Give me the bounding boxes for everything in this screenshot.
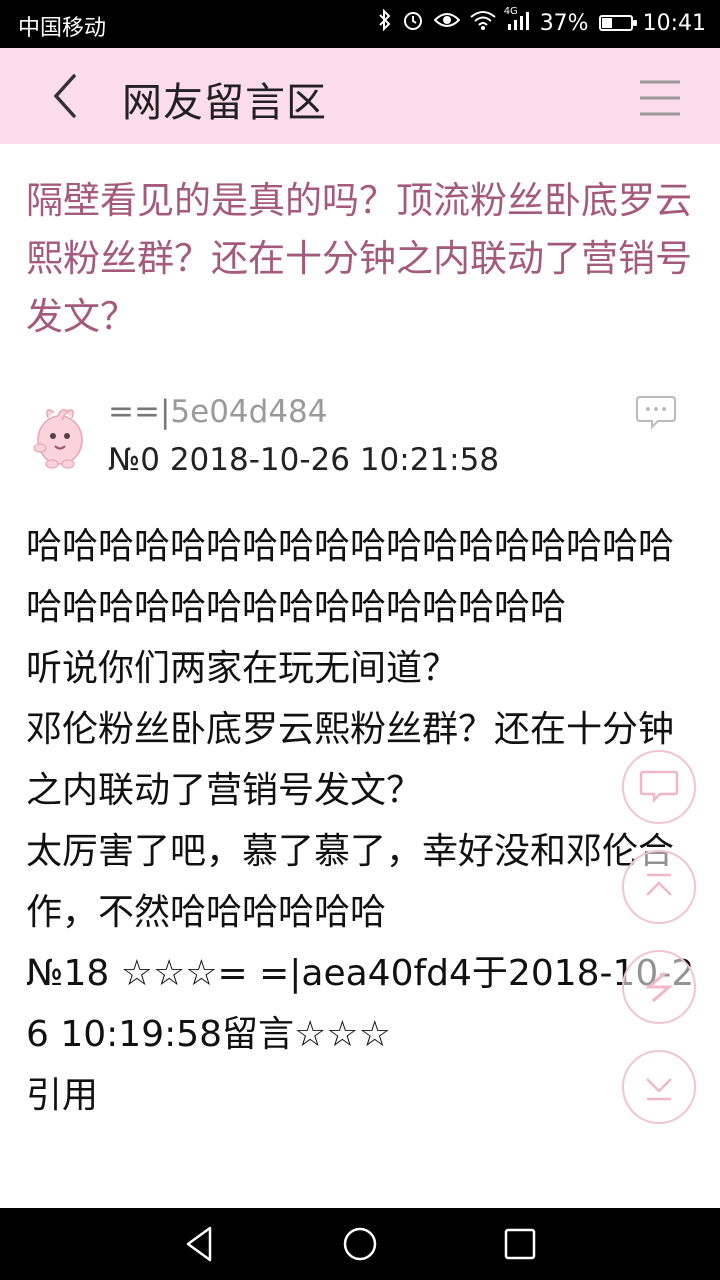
reply-button[interactable] <box>634 394 678 430</box>
app-header: 网友留言区 <box>0 48 720 144</box>
scroll-top-fab[interactable] <box>622 850 696 924</box>
signal-icon: 4G <box>504 6 530 36</box>
scroll-bottom-fab[interactable] <box>622 1050 696 1124</box>
nav-recents-button[interactable] <box>498 1222 542 1266</box>
post-content: 隔壁看见的是真的吗？顶流粉丝卧底罗云熙粉丝群？还在十分钟之内联动了营销号发文？ … <box>0 144 720 1208</box>
refresh-icon <box>645 971 673 1003</box>
triangle-back-icon <box>186 1226 212 1262</box>
network-type: 4G <box>503 6 518 17</box>
carrier-name: 中国移动 <box>18 16 107 41</box>
author-name: ==|5e04d484 <box>108 394 328 430</box>
pink-creature-avatar-icon <box>33 409 83 469</box>
system-nav-bar <box>0 1208 720 1280</box>
back-button[interactable] <box>40 68 96 124</box>
arrow-up-top-icon <box>646 873 672 896</box>
wifi-icon <box>470 10 496 36</box>
post-body: 哈哈哈哈哈哈哈哈哈哈哈哈哈哈哈哈哈哈哈哈哈哈哈哈哈哈哈哈哈哈哈哈哈 听说你们两家… <box>26 516 696 1126</box>
clock: 10:41 <box>642 10 706 36</box>
author-prefix: ==| <box>108 394 171 430</box>
body-line: 哈哈哈哈哈哈哈哈哈哈哈哈哈哈哈哈哈哈哈哈哈哈哈哈哈哈哈哈哈哈哈哈哈 <box>26 526 675 628</box>
battery-percent: 37% <box>539 10 589 36</box>
body-line: 听说你们两家在玩无间道？ <box>26 648 459 689</box>
alarm-icon <box>402 9 424 37</box>
comment-fab[interactable] <box>622 750 696 824</box>
status-bar: 中国移动 4G 37% 10:41 <box>0 0 720 48</box>
hamburger-menu-icon <box>640 80 680 116</box>
refresh-fab[interactable] <box>622 950 696 1024</box>
bluetooth-icon <box>378 8 392 37</box>
author-id: 5e04d484 <box>170 394 328 430</box>
post-title: 隔壁看见的是真的吗？顶流粉丝卧底罗云熙粉丝群？还在十分钟之内联动了营销号发文？ <box>26 179 692 338</box>
post-meta: №0 2018-10-26 10:21:58 <box>108 442 500 478</box>
nav-home-button[interactable] <box>338 1222 382 1266</box>
eye-icon <box>433 10 461 36</box>
menu-button[interactable] <box>632 70 688 126</box>
body-line: 邓伦粉丝卧底罗云熙粉丝群？还在十分钟之内联动了营销号发文？ <box>26 709 675 811</box>
avatar[interactable] <box>28 402 92 472</box>
square-recents-icon <box>504 1228 536 1260</box>
chevron-left-icon <box>53 74 76 118</box>
circle-home-icon <box>343 1227 377 1261</box>
speech-bubble-icon <box>636 396 676 430</box>
quote-link[interactable]: 引用 <box>26 1065 696 1126</box>
arrow-down-bottom-icon <box>646 1078 672 1101</box>
quote-reference: №18 ☆☆☆= =|aea40fd4于2018-10-26 10:19:58留… <box>26 953 695 1055</box>
body-line: 太厉害了吧，慕了慕了，幸好没和邓伦合作，不然哈哈哈哈哈哈 <box>26 831 675 933</box>
page-title: 网友留言区 <box>122 80 327 126</box>
comment-icon <box>639 770 679 804</box>
battery-icon <box>598 15 637 31</box>
nav-back-button[interactable] <box>178 1222 222 1266</box>
status-icons: 4G 37% 10:41 <box>378 6 706 37</box>
